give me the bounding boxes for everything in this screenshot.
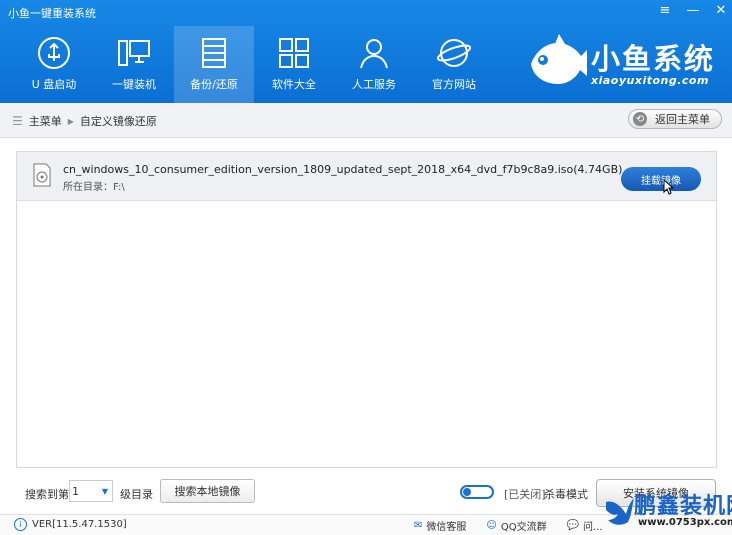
support-links: ✉ 微信客服 ☺ QQ交流群 💬 问... (414, 518, 603, 533)
antivirus-mode-toggle[interactable] (460, 485, 494, 499)
nav-item-one-click[interactable]: 一键装机 (94, 26, 174, 103)
top-header: 小鱼一键重装系统 ≡ — ✕ U 盘启动 一键装机 备份/还原 软件大全 人工服… (0, 0, 732, 103)
question-link[interactable]: 💬 问... (567, 518, 603, 533)
info-icon: i (14, 518, 27, 531)
nav-item-software[interactable]: 软件大全 (254, 26, 334, 103)
qq-group-link[interactable]: ☺ QQ交流群 (486, 518, 546, 533)
version-text: VER[11.5.47.1530] (32, 519, 127, 530)
nav-label: 软件大全 (272, 78, 316, 91)
nav-item-service[interactable]: 人工服务 (334, 26, 414, 103)
nav-label: 一键装机 (112, 78, 156, 91)
brand-url: xiaoyuxitong.com (591, 74, 709, 87)
watermark-url: www.0753px.com (638, 517, 732, 528)
nav-label: 官方网站 (432, 78, 476, 91)
back-arrow-icon: ⟲ (633, 112, 647, 126)
link-label: QQ交流群 (500, 522, 547, 533)
backup-icon (202, 38, 226, 68)
antivirus-state: [已关闭] (504, 488, 546, 501)
qq-icon: ☺ (486, 520, 497, 531)
wechat-icon: ✉ (414, 520, 423, 531)
search-depth-prefix: 搜索到第 (25, 488, 69, 501)
list-icon: ☰ (12, 114, 23, 128)
wechat-support-link[interactable]: ✉ 微信客服 (414, 518, 466, 533)
window-controls: ≡ — ✕ (658, 3, 728, 18)
globe-icon (437, 39, 471, 67)
antivirus-mode-label: 杀毒模式 (544, 488, 588, 501)
directory-level-select[interactable]: 1 ▼ (69, 480, 113, 502)
back-button-label: 返回主菜单 (655, 113, 710, 126)
bird-logo-icon (606, 498, 634, 525)
breadcrumb: ☰ 主菜单 ▶ 自定义镜像还原 (12, 113, 157, 129)
nav-item-backup[interactable]: 备份/还原 (174, 26, 254, 103)
disc-file-icon (33, 163, 51, 187)
usb-icon (38, 37, 70, 69)
caret-down-icon: ▼ (101, 486, 108, 496)
chat-icon: 💬 (566, 520, 580, 531)
list-item[interactable]: cn_windows_10_consumer_edition_version_1… (17, 152, 716, 201)
level-value: 1 (72, 484, 79, 498)
person-icon (360, 39, 388, 69)
app-title: 小鱼一键重装系统 (8, 7, 96, 20)
back-to-main-button[interactable]: ⟲ 返回主菜单 (628, 109, 722, 129)
main-nav: U 盘启动 一键装机 备份/还原 软件大全 人工服务 官方网站 (14, 26, 494, 103)
menu-icon[interactable]: ≡ (658, 3, 672, 18)
nav-item-usb[interactable]: U 盘启动 (14, 26, 94, 103)
fish-logo-icon (531, 34, 587, 84)
breadcrumb-current: 自定义镜像还原 (79, 115, 157, 128)
nav-label: 人工服务 (352, 78, 396, 91)
image-list-panel: cn_windows_10_consumer_edition_version_1… (16, 151, 717, 468)
monitor-icon (118, 40, 150, 66)
search-depth-suffix: 级目录 (120, 488, 153, 501)
nav-item-website[interactable]: 官方网站 (414, 26, 494, 103)
breadcrumb-root[interactable]: 主菜单 (29, 113, 62, 129)
site-watermark: 鹏鑫装机网 www.0753px.com (604, 488, 732, 534)
toggle-knob (463, 488, 471, 496)
grid-icon (279, 38, 309, 68)
brand-logo: 小鱼系统 xiaoyuxitong.com (525, 30, 725, 95)
mount-image-button[interactable]: 挂载镜像 (621, 167, 701, 191)
mouse-cursor-icon (663, 179, 675, 195)
search-local-images-button[interactable]: 搜索本地镜像 (160, 479, 255, 503)
link-label: 问... (583, 522, 603, 533)
nav-label: U 盘启动 (31, 78, 77, 91)
file-name: cn_windows_10_consumer_edition_version_1… (63, 163, 623, 176)
file-directory: 所在目录：F:\ (63, 182, 125, 193)
watermark-name: 鹏鑫装机网 (634, 494, 732, 519)
version-info: i VER[11.5.47.1530] (14, 518, 127, 531)
nav-label: 备份/还原 (190, 78, 238, 91)
close-icon[interactable]: ✕ (714, 3, 728, 18)
chevron-right-icon: ▶ (67, 116, 74, 126)
brand-name: 小鱼系统 (591, 42, 716, 76)
link-label: 微信客服 (426, 522, 467, 533)
breadcrumb-bar: ☰ 主菜单 ▶ 自定义镜像还原 ⟲ 返回主菜单 (0, 103, 732, 138)
minimize-icon[interactable]: — (686, 3, 700, 18)
